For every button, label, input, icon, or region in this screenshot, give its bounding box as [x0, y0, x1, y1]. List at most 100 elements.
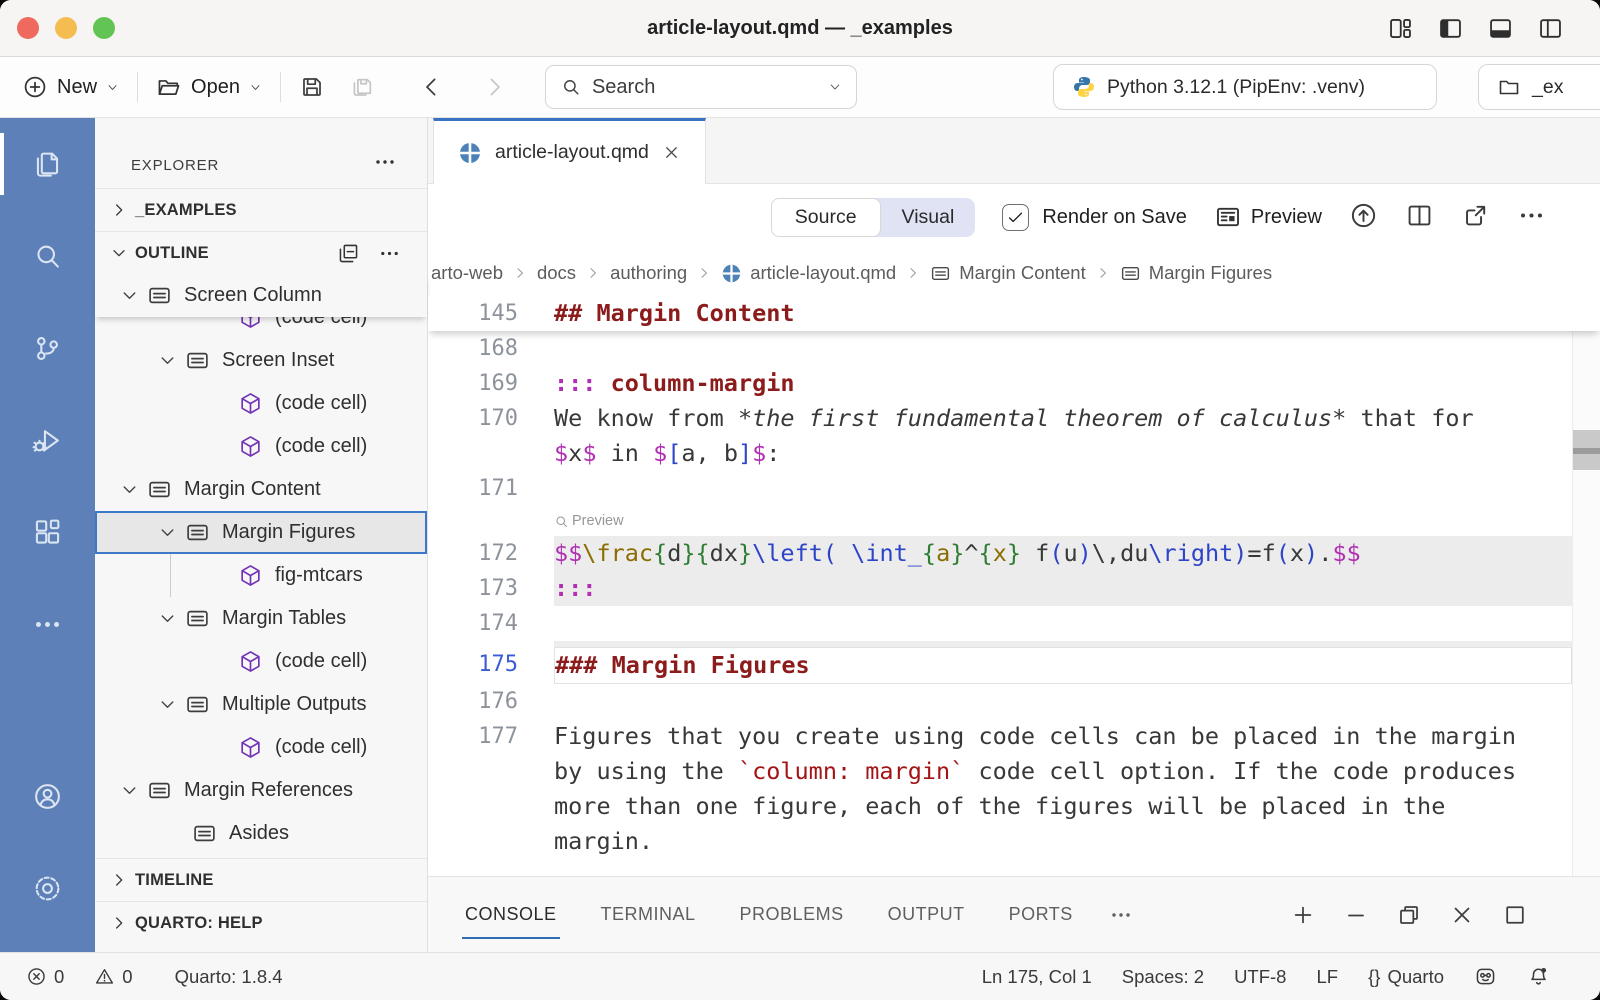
- breadcrumb-separator-icon: [585, 265, 601, 281]
- language-mode-status[interactable]: {} Quarto: [1368, 966, 1444, 988]
- outline-item[interactable]: Screen Column: [95, 274, 427, 317]
- collapse-all-icon[interactable]: [337, 242, 360, 265]
- maximize-icon[interactable]: [1502, 902, 1528, 928]
- activity-run-debug[interactable]: [0, 394, 95, 486]
- activity-search[interactable]: [0, 210, 95, 302]
- breadcrumb-item[interactable]: authoring: [610, 262, 687, 284]
- search-input[interactable]: Search: [545, 65, 857, 109]
- outline-item-label: Margin Figures: [222, 521, 355, 544]
- panel-tab-console[interactable]: CONSOLE: [465, 904, 557, 925]
- outline-item[interactable]: (code cell): [95, 425, 427, 468]
- sidebar-section-timeline[interactable]: TIMELINE: [95, 858, 427, 901]
- section-icon: [192, 821, 217, 846]
- outline-item[interactable]: (code cell): [95, 726, 427, 769]
- add-icon[interactable]: [1290, 902, 1316, 928]
- new-button[interactable]: New: [22, 74, 119, 100]
- sidebar-section-outline[interactable]: OUTLINE: [95, 231, 427, 274]
- breadcrumb-item[interactable]: Margin Content: [930, 262, 1085, 284]
- save-button[interactable]: [299, 74, 325, 100]
- outline-item[interactable]: Asides: [95, 812, 427, 855]
- outline-item[interactable]: (code cell): [95, 317, 427, 339]
- panel-tab-terminal[interactable]: TERMINAL: [601, 904, 696, 925]
- panel-more-icon[interactable]: [1109, 903, 1133, 927]
- sidebar-section-examples[interactable]: _EXAMPLES: [95, 188, 427, 231]
- outline-item[interactable]: Multiple Outputs: [95, 683, 427, 726]
- outline-item[interactable]: Screen Inset: [95, 339, 427, 382]
- outline-item[interactable]: (code cell): [95, 382, 427, 425]
- codelens-preview[interactable]: Preview: [554, 506, 1600, 536]
- line-number: [428, 754, 518, 789]
- breadcrumb-item[interactable]: docs: [537, 262, 576, 284]
- close-icon[interactable]: [1449, 902, 1475, 928]
- outline-item[interactable]: fig-mtcars: [95, 554, 427, 597]
- activity-source-control[interactable]: [0, 302, 95, 394]
- workspace-button[interactable]: _ex: [1478, 64, 1600, 110]
- activity-account[interactable]: [0, 750, 95, 842]
- line-number: 177: [428, 719, 518, 754]
- render-on-save-checkbox[interactable]: [1002, 204, 1029, 231]
- customize-layout-icon[interactable]: [1387, 15, 1414, 42]
- outline-item[interactable]: (code cell): [95, 640, 427, 683]
- breadcrumb-item[interactable]: arto-web: [431, 262, 503, 284]
- more-actions-icon[interactable]: [373, 150, 397, 174]
- render-button[interactable]: [1349, 201, 1378, 233]
- close-icon[interactable]: [662, 143, 681, 162]
- tab-article-layout[interactable]: article-layout.qmd: [433, 118, 706, 184]
- save-all-button[interactable]: [349, 74, 375, 100]
- render-arrow-icon: [1349, 201, 1378, 230]
- panel-tab-problems[interactable]: PROBLEMS: [740, 904, 844, 925]
- quarto-version-status[interactable]: Quarto: 1.8.4: [175, 966, 283, 988]
- errors-count: 0: [54, 966, 64, 988]
- source-control-icon: [32, 333, 63, 364]
- notification-bell-icon[interactable]: [1527, 965, 1550, 988]
- outline-item[interactable]: Margin References: [95, 769, 427, 812]
- sidebar-section-quarto-help[interactable]: QUARTO: HELP: [95, 901, 427, 944]
- minimize-icon[interactable]: [1343, 902, 1369, 928]
- scrollbar-track[interactable]: [1572, 296, 1600, 876]
- problems-status[interactable]: 0 0: [26, 966, 133, 988]
- open-button[interactable]: Open: [156, 74, 262, 100]
- restore-icon[interactable]: [1396, 902, 1422, 928]
- app-window: article-layout.qmd — _examples New Open: [0, 0, 1600, 1000]
- code-editor[interactable]: 145## Margin Content168169::: column-mar…: [428, 296, 1600, 876]
- cursor-position-status[interactable]: Ln 175, Col 1: [982, 966, 1092, 988]
- toggle-right-panel-icon[interactable]: [1537, 15, 1564, 42]
- indentation-status[interactable]: Spaces: 2: [1122, 966, 1204, 988]
- preview-button[interactable]: Preview: [1214, 203, 1322, 231]
- toggle-bottom-panel-icon[interactable]: [1487, 15, 1514, 42]
- navigate-forward-button[interactable]: [481, 74, 507, 100]
- eol-status[interactable]: LF: [1316, 966, 1338, 988]
- outline-item-label: (code cell): [275, 650, 367, 673]
- editor-more-actions-button[interactable]: [1517, 201, 1546, 233]
- feedback-smiley-icon[interactable]: [1474, 965, 1497, 988]
- activity-settings[interactable]: [0, 842, 95, 934]
- activity-extensions[interactable]: [0, 486, 95, 578]
- panel-tabs: CONSOLE TERMINAL PROBLEMS OUTPUT PORTS: [465, 904, 1117, 925]
- split-editor-button[interactable]: [1405, 201, 1434, 233]
- outline-item[interactable]: Margin Content: [95, 468, 427, 511]
- cube-icon: [238, 434, 263, 459]
- activity-explorer[interactable]: [0, 118, 95, 210]
- navigate-back-button[interactable]: [419, 74, 445, 100]
- panel-tab-output[interactable]: OUTPUT: [888, 904, 965, 925]
- open-external-button[interactable]: [1461, 201, 1490, 233]
- more-actions-icon[interactable]: [378, 242, 401, 265]
- outline-item[interactable]: Margin Figures: [95, 511, 427, 554]
- python-icon: [1072, 75, 1096, 99]
- interpreter-selector[interactable]: Python 3.12.1 (PipEnv: .venv): [1053, 64, 1437, 110]
- chevron-down-icon: [249, 81, 262, 94]
- outline-item-label: Multiple Outputs: [222, 693, 367, 716]
- breadcrumb-item[interactable]: article-layout.qmd: [721, 262, 896, 284]
- top-toolbar: New Open Search Python 3.12.1 (P: [0, 57, 1600, 118]
- toggle-left-panel-icon[interactable]: [1437, 15, 1464, 42]
- outline-item[interactable]: Margin Tables: [95, 597, 427, 640]
- visual-mode-button[interactable]: Visual: [881, 198, 976, 237]
- activity-more[interactable]: [0, 578, 95, 670]
- encoding-status[interactable]: UTF-8: [1234, 966, 1286, 988]
- chevron-down-icon: [157, 694, 178, 715]
- source-mode-button[interactable]: Source: [771, 198, 881, 237]
- panel-tab-ports[interactable]: PORTS: [1009, 904, 1073, 925]
- breadcrumb-separator-icon: [512, 265, 528, 281]
- breadcrumb-item[interactable]: Margin Figures: [1120, 262, 1272, 284]
- check-icon: [1006, 208, 1025, 227]
